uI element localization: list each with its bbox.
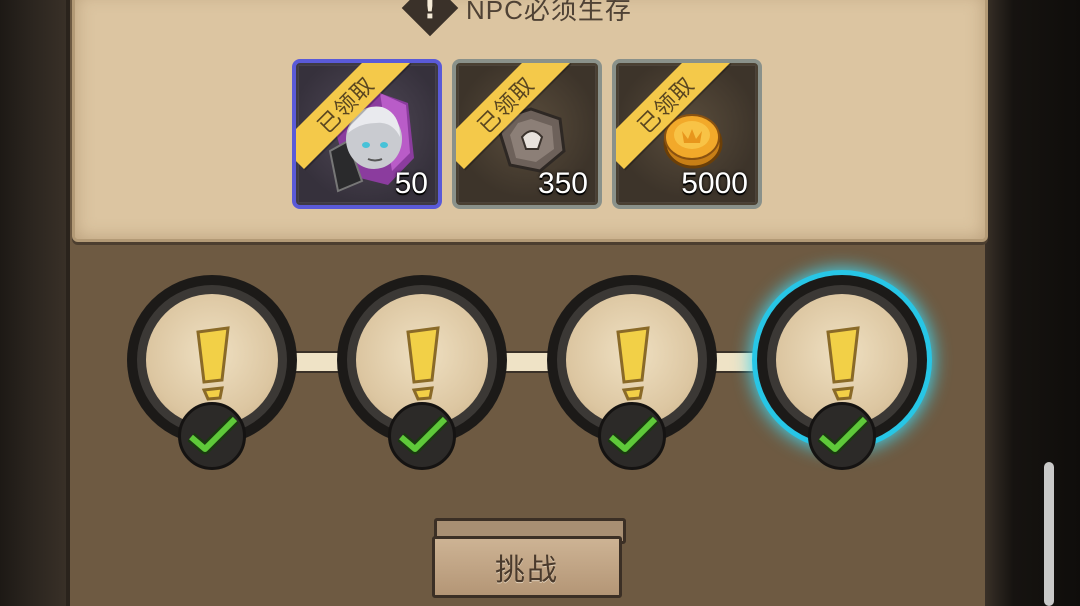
checkmark-icon xyxy=(187,415,239,455)
stage-connector xyxy=(210,351,850,373)
reward-slot-2[interactable]: 已领取 350 xyxy=(452,59,602,209)
left-frame xyxy=(0,0,70,606)
challenge-button[interactable]: 挑战 xyxy=(432,518,626,598)
challenge-label: 挑战 xyxy=(495,554,559,587)
reward-amount: 5000 xyxy=(681,167,748,200)
checkmark-icon xyxy=(607,415,659,455)
reward-slot-1[interactable]: 已领取 50 xyxy=(292,59,442,209)
completed-check xyxy=(808,402,876,470)
checkmark-icon xyxy=(817,415,869,455)
reward-amount: 350 xyxy=(537,167,588,200)
scrollbar[interactable] xyxy=(1044,462,1054,606)
reward-amount: 50 xyxy=(394,167,428,200)
reward-slot-3[interactable]: 已领取 5000 xyxy=(612,59,762,209)
checkmark-icon xyxy=(397,415,449,455)
page-title: ! NPC必须生存 xyxy=(401,0,632,37)
title-text: NPC必须生存 xyxy=(466,0,632,25)
completed-check xyxy=(388,402,456,470)
completed-check xyxy=(178,402,246,470)
completed-check xyxy=(598,402,666,470)
right-frame xyxy=(985,0,1080,606)
